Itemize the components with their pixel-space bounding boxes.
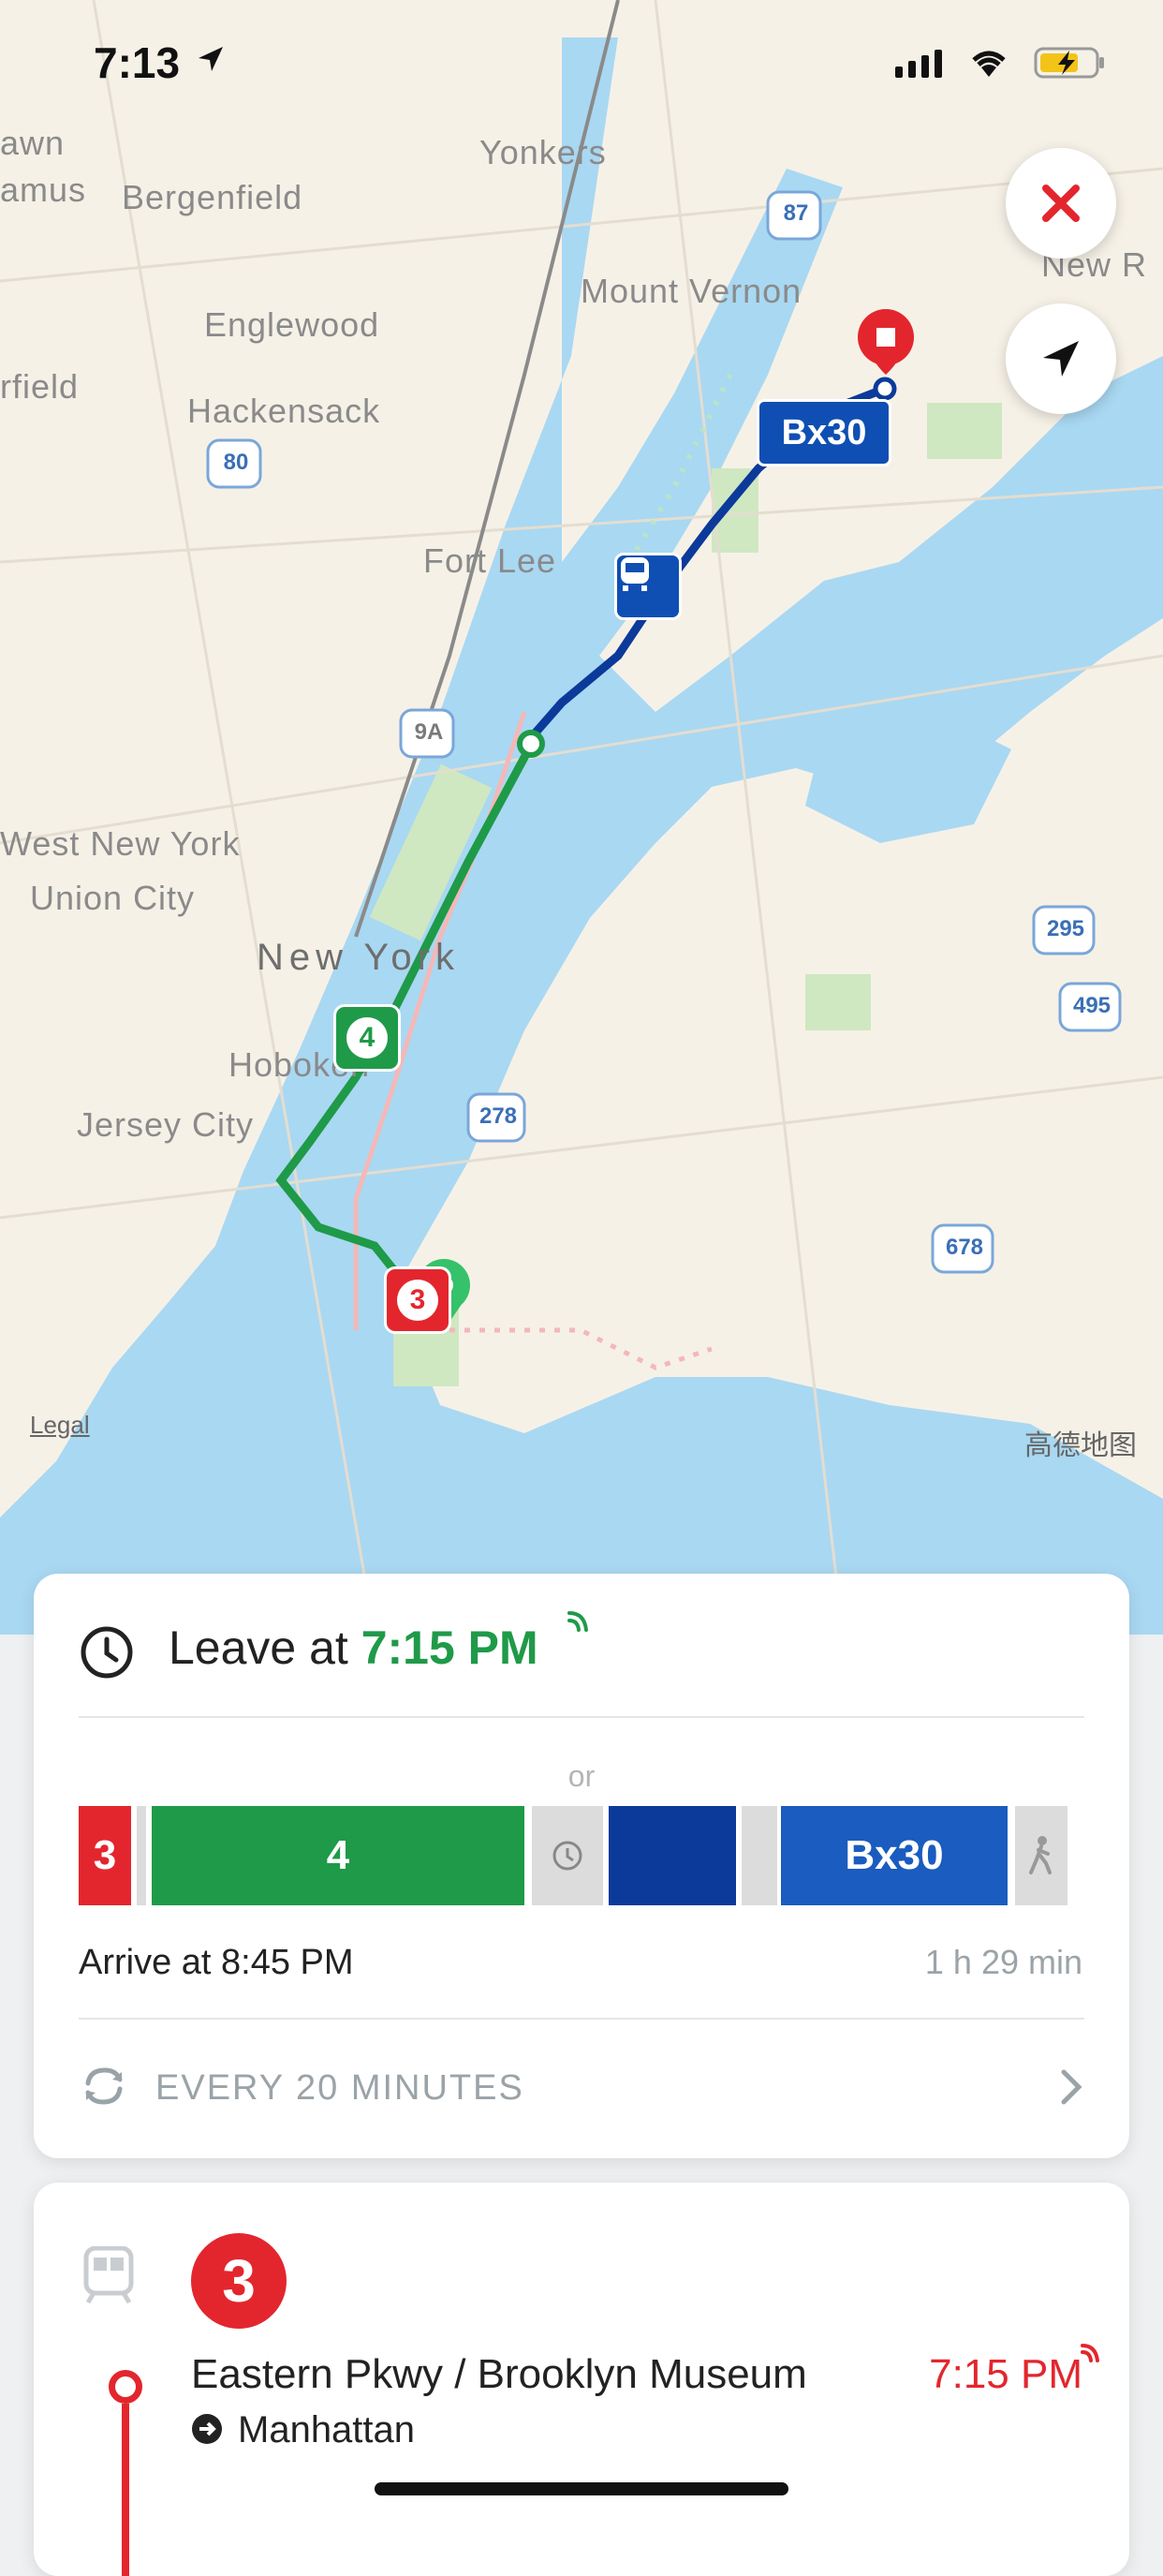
map-label-hackensack: Hackensack xyxy=(187,392,381,430)
trip-summary-card[interactable]: Leave at 7:15 PM or 3 4 Bx30 Arrive at 8… xyxy=(34,1574,1129,2158)
or-label: or xyxy=(567,1759,596,1793)
leave-time: 7:15 PM xyxy=(361,1621,538,1674)
location-arrow-icon xyxy=(199,47,223,71)
map-label-edge-2: amus xyxy=(0,170,87,209)
departure-time: 7:15 PM xyxy=(929,2351,1082,2397)
stop-marker xyxy=(109,2370,142,2404)
step-card[interactable]: 3 Eastern Pkwy / Brooklyn Museum 7:15 PM… xyxy=(34,2183,1129,2576)
segment-walk xyxy=(1015,1806,1067,1905)
subway-3-marker[interactable]: 3 xyxy=(384,1266,451,1334)
map-graphics xyxy=(0,0,1163,1635)
close-icon xyxy=(1042,185,1080,222)
legal-link[interactable]: Legal xyxy=(30,1411,90,1440)
segment-bus-bx30: Bx30 xyxy=(781,1806,1008,1905)
wait-clock-icon xyxy=(552,1841,582,1871)
leave-prefix: Leave at xyxy=(169,1621,361,1674)
repeat-icon xyxy=(85,2067,123,2105)
map-label-yonkers: Yonkers xyxy=(479,133,607,171)
realtime-signal-icon xyxy=(567,1611,588,1632)
train-marker-icon[interactable] xyxy=(614,553,682,620)
map-label-edge-3: rfield xyxy=(0,367,80,406)
segment-transfer-1 xyxy=(137,1806,146,1905)
highway-shield-9a: 9A xyxy=(414,719,444,745)
divider xyxy=(79,1716,1084,1718)
close-button[interactable] xyxy=(1006,148,1116,259)
map-label-union-city: Union City xyxy=(30,879,196,917)
map-label-fort-lee: Fort Lee xyxy=(423,541,557,580)
highway-shield-495: 495 xyxy=(1072,993,1111,1018)
status-bar: 7:13 xyxy=(0,37,1163,94)
map-view[interactable]: Yonkers Bergenfield Mount Vernon Englewo… xyxy=(0,0,1163,1635)
highway-shield-80: 80 xyxy=(223,450,249,475)
subway-3-marker-label: 3 xyxy=(397,1280,438,1321)
map-label-new-york: New York xyxy=(257,937,460,978)
clock-icon xyxy=(81,1626,133,1679)
status-time: 7:13 xyxy=(94,38,181,87)
frequency-label: EVERY 20 MINUTES xyxy=(155,2068,524,2108)
chevron-right-icon xyxy=(1061,2069,1082,2105)
line-3-badge: 3 xyxy=(191,2233,287,2329)
map-label-jersey-city: Jersey City xyxy=(77,1105,255,1144)
highway-shield-278: 278 xyxy=(478,1103,518,1129)
highway-shield-87: 87 xyxy=(783,200,809,226)
map-label-englewood: Englewood xyxy=(204,305,380,344)
map-provider-label: 高德地图 xyxy=(1024,1430,1137,1461)
segment-train xyxy=(609,1806,736,1905)
direction-label: Manhattan xyxy=(238,2409,416,2450)
battery-charging-icon xyxy=(1034,47,1104,79)
segment-line-3: 3 xyxy=(79,1806,131,1905)
leave-time-row: Leave at 7:15 PM xyxy=(169,1621,538,1675)
subway-4-marker[interactable]: 4 xyxy=(333,1004,401,1072)
walk-icon xyxy=(1029,1836,1052,1874)
train-icon xyxy=(83,2246,134,2304)
frequency-row[interactable]: EVERY 20 MINUTES xyxy=(34,2020,1129,2158)
map-label-west-new-york: West New York xyxy=(0,824,241,863)
navigation-arrow-icon xyxy=(1043,341,1079,377)
direction-arrow-icon xyxy=(192,2414,222,2444)
segment-line-4: 4 xyxy=(152,1806,524,1905)
home-indicator[interactable] xyxy=(375,2482,788,2495)
highway-shield-295: 295 xyxy=(1046,916,1085,941)
route-line xyxy=(122,2404,129,2576)
recenter-location-button[interactable] xyxy=(1006,303,1116,414)
map-label-mount-vernon: Mount Vernon xyxy=(581,272,802,310)
stop-name: Eastern Pkwy / Brooklyn Museum xyxy=(191,2351,807,2397)
map-label-edge-1: awn xyxy=(0,124,66,162)
cellular-signal-icon xyxy=(895,50,942,78)
map-label-bergenfield: Bergenfield xyxy=(122,178,303,216)
trip-duration: 1 h 29 min xyxy=(924,1943,1082,1981)
arrive-time: Arrive at 8:45 PM xyxy=(79,1943,354,1982)
realtime-signal-icon xyxy=(1081,2344,1099,2362)
wifi-icon xyxy=(972,51,1006,77)
subway-4-marker-label: 4 xyxy=(346,1017,388,1059)
segment-wait xyxy=(532,1806,603,1905)
highway-shield-678: 678 xyxy=(945,1235,984,1260)
bus-route-marker[interactable]: Bx30 xyxy=(757,399,891,466)
segment-transfer-2 xyxy=(742,1806,777,1905)
